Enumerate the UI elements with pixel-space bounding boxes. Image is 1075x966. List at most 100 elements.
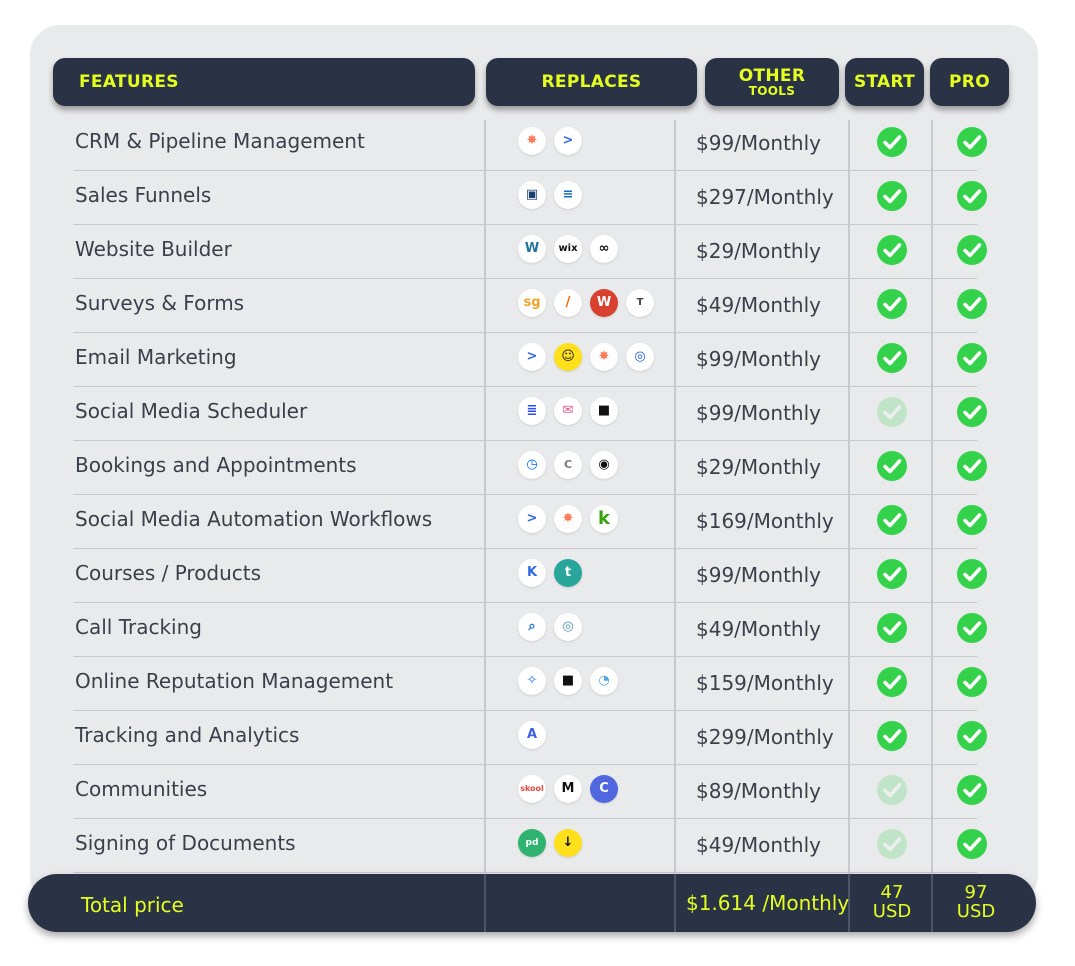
- footer-divider: [674, 874, 676, 932]
- later-icon: ✉: [554, 397, 582, 425]
- table-row: Social Media Scheduler ≣ ✉ ■ $99/Monthly: [73, 387, 987, 441]
- header-pro: PRO: [930, 58, 1009, 106]
- start-check-icon: [876, 612, 908, 644]
- start-check-icon: [876, 234, 908, 266]
- start-check-icon: [876, 558, 908, 590]
- surveygizmo-icon: sg: [518, 289, 546, 317]
- table-row: Tracking and Analytics A $299/Monthly: [73, 711, 987, 765]
- table-row: Social Media Automation Workflows > ✸ k $169…: [73, 495, 987, 549]
- birdeye-icon: ✧: [518, 667, 546, 695]
- other-tools-price: $29/Monthly: [696, 239, 821, 263]
- other-tools-price: $89/Monthly: [696, 779, 821, 803]
- row-divider: [73, 872, 977, 873]
- other-tools-price: $99/Monthly: [696, 347, 821, 371]
- pro-check-icon: [956, 180, 988, 212]
- pro-check-icon: [956, 126, 988, 158]
- typeform-icon: T: [626, 289, 654, 317]
- feature-name: Social Media Automation Workflows: [75, 507, 433, 531]
- podium-icon: ■: [554, 667, 582, 695]
- wordpress-icon: W: [518, 235, 546, 263]
- teachable-icon: t: [554, 559, 582, 587]
- callrail-icon: ⌕: [518, 613, 546, 641]
- table-row: Sales Funnels ▣ ≡ $297/Monthly: [73, 171, 987, 225]
- pro-plan-price: 97 USD: [956, 882, 996, 922]
- header-features: FEATURES: [53, 58, 475, 106]
- replaced-tools: sg / W T: [518, 289, 654, 317]
- pandadoc-icon: pd: [518, 829, 546, 857]
- replaced-tools: ⌕ ◎: [518, 613, 582, 641]
- feature-name: Social Media Scheduler: [75, 399, 308, 423]
- table-row: Bookings and Appointments ◷ C ◉ $29/Monthly: [73, 441, 987, 495]
- replaced-tools: pd ↓: [518, 829, 582, 857]
- analytics-icon: A: [518, 721, 546, 749]
- jotform-icon: /: [554, 289, 582, 317]
- feature-name: Email Marketing: [75, 345, 237, 369]
- activecampaign-icon: >: [518, 343, 546, 371]
- mightynetworks-icon: M: [554, 775, 582, 803]
- other-tools-price: $49/Monthly: [696, 617, 821, 641]
- start-check-icon: [876, 504, 908, 536]
- feature-name: Tracking and Analytics: [75, 723, 300, 747]
- start-check-icon: [876, 774, 908, 806]
- acuity-icon: ◉: [590, 451, 618, 479]
- hubspot-icon: ✸: [590, 343, 618, 371]
- pro-check-icon: [956, 774, 988, 806]
- header-other-tools: OTHER TOOLS: [705, 58, 839, 106]
- other-tools-price: $297/Monthly: [696, 185, 834, 209]
- pro-check-icon: [956, 828, 988, 860]
- start-check-icon: [876, 126, 908, 158]
- pro-check-icon: [956, 288, 988, 320]
- other-tools-price: $99/Monthly: [696, 563, 821, 587]
- start-check-icon: [876, 342, 908, 374]
- start-check-icon: [876, 666, 908, 698]
- replaced-tools: ▣ ≡: [518, 181, 582, 209]
- table-row: Courses / Products Kt $99/Monthly: [73, 549, 987, 603]
- pro-check-icon: [956, 558, 988, 590]
- table-row: Email Marketing > ☺ ✸ ◎ $99/Monthly: [73, 333, 987, 387]
- reputation-icon: ◔: [590, 667, 618, 695]
- replaced-tools: ◷ C ◉: [518, 451, 618, 479]
- start-check-icon: [876, 828, 908, 860]
- start-check-icon: [876, 720, 908, 752]
- replaced-tools: ✸ >: [518, 127, 582, 155]
- docusign-icon: ↓: [554, 829, 582, 857]
- pro-check-icon: [956, 450, 988, 482]
- header-replaces: REPLACES: [486, 58, 697, 106]
- total-other-price: $1.614 /Monthly: [686, 891, 850, 915]
- feature-name: Surveys & Forms: [75, 291, 245, 315]
- hootsuite-icon: ■: [590, 397, 618, 425]
- total-price-bar: Total price $1.614 /Monthly 47 USD 97 USD: [28, 874, 1036, 932]
- other-tools-price: $99/Monthly: [696, 131, 821, 155]
- mailchimp-icon: ☺: [554, 343, 582, 371]
- feature-name: Sales Funnels: [75, 183, 212, 207]
- feature-name: Communities: [75, 777, 208, 801]
- other-tools-price: $49/Monthly: [696, 293, 821, 317]
- start-check-icon: [876, 450, 908, 482]
- wix-icon: wix: [554, 235, 582, 263]
- feature-name: Call Tracking: [75, 615, 202, 639]
- wufoo-icon: W: [590, 289, 618, 317]
- other-tools-price: $99/Monthly: [696, 401, 821, 425]
- replaced-tools: Kt: [518, 559, 582, 587]
- table-row: Communities skool M C $89/Monthly: [73, 765, 987, 819]
- feature-name: CRM & Pipeline Management: [75, 129, 365, 153]
- table-row: CRM & Pipeline Management ✸ > $99/Monthly: [73, 117, 987, 171]
- feature-name: Website Builder: [75, 237, 232, 261]
- start-check-icon: [876, 180, 908, 212]
- hubspot-icon: ✸: [518, 127, 546, 155]
- circle-icon: C: [590, 775, 618, 803]
- squarespace-icon: ∞: [590, 235, 618, 263]
- keap-icon: k: [590, 505, 618, 533]
- start-check-icon: [876, 288, 908, 320]
- start-check-icon: [876, 396, 908, 428]
- table-row: Website Builder Wwix ∞ $29/Monthly: [73, 225, 987, 279]
- other-tools-price: $159/Monthly: [696, 671, 834, 695]
- replaced-tools: A: [518, 721, 546, 749]
- pro-check-icon: [956, 504, 988, 536]
- footer-divider: [484, 874, 486, 932]
- table-row: Signing of Documents pd ↓ $49/Monthly: [73, 819, 987, 873]
- other-tools-price: $29/Monthly: [696, 455, 821, 479]
- feature-name: Courses / Products: [75, 561, 262, 585]
- other-tools-price: $49/Monthly: [696, 833, 821, 857]
- calltrackingmetrics-icon: ◎: [554, 613, 582, 641]
